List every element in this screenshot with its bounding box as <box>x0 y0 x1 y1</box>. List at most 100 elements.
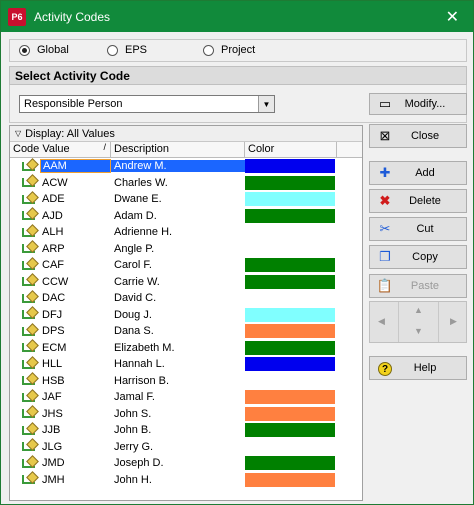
color-swatch-cell[interactable] <box>245 374 335 388</box>
code-value-cell[interactable]: ALH <box>40 226 111 238</box>
code-value-cell[interactable]: DFJ <box>40 309 111 321</box>
paste-button[interactable]: 📋 Paste <box>369 274 467 298</box>
help-button[interactable]: ? Help <box>369 356 467 380</box>
chevron-down-icon[interactable]: ▼ <box>258 96 274 112</box>
code-value-cell[interactable]: AAM <box>40 159 111 174</box>
move-right-arrow-icon[interactable]: ▶ <box>450 316 457 327</box>
table-row[interactable]: DFJ Doug J. <box>10 307 362 324</box>
color-swatch-cell[interactable] <box>245 242 335 256</box>
table-row[interactable]: JMH John H. <box>10 472 362 489</box>
table-row[interactable]: JHS John S. <box>10 406 362 423</box>
code-value-cell[interactable]: DAC <box>40 292 111 304</box>
column-header-code-value[interactable]: Code Value / <box>10 142 111 157</box>
code-value-cell[interactable]: JHS <box>40 408 111 420</box>
description-cell[interactable]: Carrie W. <box>111 276 245 288</box>
code-value-cell[interactable]: JMD <box>40 457 111 469</box>
code-value-cell[interactable]: ARP <box>40 243 111 255</box>
color-swatch-cell[interactable] <box>245 423 335 438</box>
table-row[interactable]: JJB John B. <box>10 422 362 439</box>
radio-project[interactable]: Project <box>203 44 255 56</box>
description-cell[interactable]: Carol F. <box>111 259 245 271</box>
description-cell[interactable]: Hannah L. <box>111 358 245 370</box>
color-swatch-cell[interactable] <box>245 274 335 289</box>
code-value-cell[interactable]: JLG <box>40 441 111 453</box>
description-cell[interactable]: David C. <box>111 292 245 304</box>
description-cell[interactable]: Jerry G. <box>111 441 245 453</box>
code-value-cell[interactable]: CCW <box>40 276 111 288</box>
description-cell[interactable]: Adrienne H. <box>111 226 245 238</box>
description-cell[interactable]: Joseph D. <box>111 457 245 469</box>
description-cell[interactable]: Adam D. <box>111 210 245 222</box>
description-cell[interactable]: Dwane E. <box>111 193 245 205</box>
table-row[interactable]: AJD Adam D. <box>10 208 362 225</box>
color-swatch-cell[interactable] <box>245 440 335 454</box>
code-value-cell[interactable]: JJB <box>40 424 111 436</box>
delete-button[interactable]: ✖ Delete <box>369 189 467 213</box>
color-swatch-cell[interactable] <box>245 456 335 471</box>
description-cell[interactable]: Jamal F. <box>111 391 245 403</box>
description-cell[interactable]: Charles W. <box>111 177 245 189</box>
copy-button[interactable]: ❐ Copy <box>369 245 467 269</box>
radio-global-dot[interactable] <box>19 44 30 56</box>
table-row[interactable]: HSB Harrison B. <box>10 373 362 390</box>
color-swatch-cell[interactable] <box>245 324 335 339</box>
color-swatch-cell[interactable] <box>245 357 335 372</box>
code-value-cell[interactable]: HSB <box>40 375 111 387</box>
color-swatch-cell[interactable] <box>245 291 335 305</box>
code-value-cell[interactable]: ECM <box>40 342 111 354</box>
collapse-triangle-icon[interactable]: ▽ <box>15 129 21 138</box>
radio-project-dot[interactable] <box>203 44 214 56</box>
description-cell[interactable]: Harrison B. <box>111 375 245 387</box>
code-value-cell[interactable]: DPS <box>40 325 111 337</box>
color-swatch-cell[interactable] <box>245 340 335 355</box>
code-value-cell[interactable]: CAF <box>40 259 111 271</box>
code-value-cell[interactable]: JMH <box>40 474 111 486</box>
table-row[interactable]: HLL Hannah L. <box>10 356 362 373</box>
code-value-cell[interactable]: HLL <box>40 358 111 370</box>
description-cell[interactable]: John B. <box>111 424 245 436</box>
add-button[interactable]: ✚ Add <box>369 161 467 185</box>
code-value-cell[interactable]: ADE <box>40 193 111 205</box>
modify-button[interactable]: ▭ Modify... <box>369 93 467 115</box>
table-row[interactable]: CCW Carrie W. <box>10 274 362 291</box>
color-swatch-cell[interactable] <box>245 159 335 174</box>
color-swatch-cell[interactable] <box>245 307 335 322</box>
column-header-description[interactable]: Description <box>111 142 245 157</box>
column-header-color[interactable]: Color <box>245 142 337 157</box>
move-down-arrow-icon[interactable]: ▼ <box>414 326 423 336</box>
description-cell[interactable]: Angle P. <box>111 243 245 255</box>
code-value-cell[interactable]: ACW <box>40 177 111 189</box>
title-bar[interactable]: P6 Activity Codes ✕ <box>1 1 473 32</box>
table-row[interactable]: JLG Jerry G. <box>10 439 362 456</box>
cut-button[interactable]: ✂ Cut <box>369 217 467 241</box>
code-value-cell[interactable]: JAF <box>40 391 111 403</box>
table-row[interactable]: ALH Adrienne H. <box>10 224 362 241</box>
color-swatch-cell[interactable] <box>245 192 335 207</box>
radio-eps-dot[interactable] <box>107 44 118 56</box>
table-row[interactable]: AAM Andrew M. <box>10 158 362 175</box>
radio-eps[interactable]: EPS <box>107 44 147 56</box>
table-row[interactable]: ACW Charles W. <box>10 175 362 192</box>
window-close-icon[interactable]: ✕ <box>446 7 459 27</box>
color-swatch-cell[interactable] <box>245 390 335 405</box>
close-button[interactable]: ⊠ Close <box>369 124 467 148</box>
table-row[interactable]: CAF Carol F. <box>10 257 362 274</box>
radio-global[interactable]: Global <box>19 44 69 56</box>
table-row[interactable]: ADE Dwane E. <box>10 191 362 208</box>
color-swatch-cell[interactable] <box>245 175 335 190</box>
color-swatch-cell[interactable] <box>245 208 335 223</box>
table-row[interactable]: ECM Elizabeth M. <box>10 340 362 357</box>
table-row[interactable]: JAF Jamal F. <box>10 389 362 406</box>
move-left-arrow-icon[interactable]: ◀ <box>378 316 385 327</box>
table-row[interactable]: DAC David C. <box>10 290 362 307</box>
color-swatch-cell[interactable] <box>245 406 335 421</box>
description-cell[interactable]: John H. <box>111 474 245 486</box>
move-up-arrow-icon[interactable]: ▲ <box>414 305 423 315</box>
code-value-cell[interactable]: AJD <box>40 210 111 222</box>
table-row[interactable]: JMD Joseph D. <box>10 455 362 472</box>
description-cell[interactable]: Andrew M. <box>111 160 245 173</box>
description-cell[interactable]: Dana S. <box>111 325 245 337</box>
description-cell[interactable]: John S. <box>111 408 245 420</box>
description-cell[interactable]: Elizabeth M. <box>111 342 245 354</box>
display-filter-bar[interactable]: ▽ Display: All Values <box>10 126 362 142</box>
